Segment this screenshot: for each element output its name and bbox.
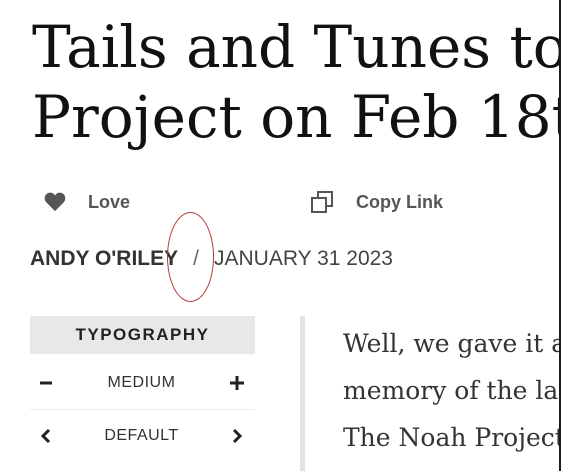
copy-link-label: Copy Link <box>356 191 444 212</box>
love-label: Love <box>88 191 131 212</box>
font-family-value: DEFAULT <box>104 427 179 444</box>
article-title-line-2: Project on Feb 18th <box>32 83 561 151</box>
typography-heading: TYPOGRAPHY <box>30 316 255 354</box>
publish-date: JANUARY 31 2023 <box>213 247 393 270</box>
heart-icon <box>44 192 66 212</box>
font-size-value: MEDIUM <box>107 374 176 391</box>
copy-icon <box>310 190 334 214</box>
minus-icon <box>40 381 52 385</box>
typography-panel: TYPOGRAPHY MEDIUM DEFAULT <box>30 316 255 462</box>
love-button[interactable]: Love <box>44 184 130 220</box>
article-body: Well, we gave it a memory of the la The … <box>343 320 561 461</box>
article-body-line-2: memory of the la <box>343 376 559 405</box>
article-title-line-1: Tails and Tunes to <box>32 13 561 81</box>
copy-link-button[interactable]: Copy Link <box>310 184 443 220</box>
article-body-line-3: The Noah Project <box>343 423 561 452</box>
increase-size-button[interactable] <box>223 369 251 397</box>
chevron-right-icon <box>232 428 243 444</box>
previous-font-button[interactable] <box>32 422 60 450</box>
plus-icon <box>229 376 244 390</box>
annotation-circle <box>167 212 214 302</box>
next-font-button[interactable] <box>223 422 251 450</box>
article-actions: Love Copy Link <box>44 184 561 220</box>
decrease-size-button[interactable] <box>32 369 60 397</box>
content-divider <box>300 316 305 471</box>
article-page: Tails and Tunes to Project on Feb 18th L… <box>0 0 561 471</box>
article-title: Tails and Tunes to Project on Feb 18th <box>32 12 561 152</box>
font-size-control: MEDIUM <box>30 357 255 410</box>
font-family-control: DEFAULT <box>30 410 255 462</box>
author-link[interactable]: ANDY O'RILEY <box>30 247 178 270</box>
article-body-line-1: Well, we gave it a <box>343 329 561 358</box>
chevron-left-icon <box>40 428 51 444</box>
